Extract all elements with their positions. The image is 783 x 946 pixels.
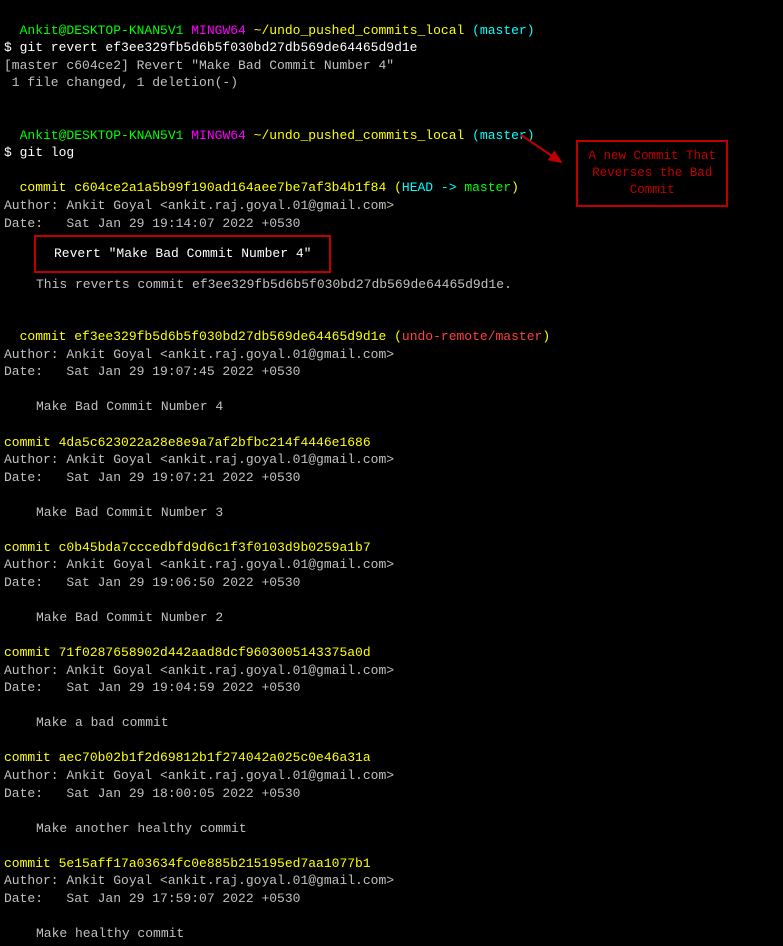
commit-message: Make another healthy commit (4, 820, 779, 838)
annotation-text-line2: Reverses the Bad (588, 165, 716, 182)
commit-date: Date: Sat Jan 29 19:07:21 2022 +0530 (4, 469, 779, 487)
prompt-shell: MINGW64 (191, 128, 246, 143)
commit-hash: commit ef3ee329fb5d6b5f030bd27db569de644… (20, 329, 387, 344)
commit-line: commit 71f0287658902d442aad8dcf960300514… (4, 644, 779, 662)
commit-message: Make Bad Commit Number 3 (4, 504, 779, 522)
commit-message: Make a bad commit (4, 714, 779, 732)
commit-date: Date: Sat Jan 29 19:07:45 2022 +0530 (4, 363, 779, 381)
commit-hash: commit c0b45bda7cccedbfd9d6c1f3f0103d9b0… (4, 540, 371, 555)
commit-message: Make Bad Commit Number 4 (4, 398, 779, 416)
commit-date: Date: Sat Jan 29 18:00:05 2022 +0530 (4, 785, 779, 803)
revert-output-2: 1 file changed, 1 deletion(-) (4, 74, 779, 92)
prompt-user: Ankit@DESKTOP-KNAN5V1 (20, 23, 184, 38)
commit-line: commit c0b45bda7cccedbfd9d6c1f3f0103d9b0… (4, 539, 779, 557)
revert-output-1: [master c604ce2] Revert "Make Bad Commit… (4, 57, 779, 75)
commit-date: Date: Sat Jan 29 19:06:50 2022 +0530 (4, 574, 779, 592)
commit-hash: commit aec70b02b1f2d69812b1f274042a025c0… (4, 750, 371, 765)
ref-branch: master (464, 180, 511, 195)
commit-author: Author: Ankit Goyal <ankit.raj.goyal.01@… (4, 556, 779, 574)
commit-author: Author: Ankit Goyal <ankit.raj.goyal.01@… (4, 346, 779, 364)
commit-message: Make Bad Commit Number 2 (4, 609, 779, 627)
commit-line: commit ef3ee329fb5d6b5f030bd27db569de644… (4, 311, 779, 346)
commit-hash: commit 4da5c623022a28e8e9a7af2bfbc214f44… (4, 435, 371, 450)
commit-date: Date: Sat Jan 29 19:04:59 2022 +0530 (4, 679, 779, 697)
command-revert: $ git revert ef3ee329fb5d6b5f030bd27db56… (4, 39, 779, 57)
ref-remote: undo-remote/master (402, 329, 542, 344)
commit-date: Date: Sat Jan 29 17:59:07 2022 +0530 (4, 890, 779, 908)
prompt-shell: MINGW64 (191, 23, 246, 38)
prompt-user: Ankit@DESKTOP-KNAN5V1 (20, 128, 184, 143)
annotation-text-line1: A new Commit That (588, 148, 716, 165)
prompt-path: ~/undo_pushed_commits_local (254, 23, 465, 38)
commit-author: Author: Ankit Goyal <ankit.raj.goyal.01@… (4, 451, 779, 469)
prompt-path: ~/undo_pushed_commits_local (254, 128, 465, 143)
commit-line: commit aec70b02b1f2d69812b1f274042a025c0… (4, 749, 779, 767)
commit-hash: commit 71f0287658902d442aad8dcf960300514… (4, 645, 371, 660)
commit-author: Author: Ankit Goyal <ankit.raj.goyal.01@… (4, 662, 779, 680)
annotation-text-line3: Commit (588, 182, 716, 199)
commit-author: Author: Ankit Goyal <ankit.raj.goyal.01@… (4, 767, 779, 785)
prompt-line-1: Ankit@DESKTOP-KNAN5V1 MINGW64 ~/undo_pus… (4, 4, 779, 39)
prompt-branch: (master) (472, 128, 534, 143)
ref-head: HEAD -> (402, 180, 464, 195)
annotation-callout: A new Commit That Reverses the Bad Commi… (576, 140, 728, 207)
prompt-branch: (master) (472, 23, 534, 38)
commit-message: Make healthy commit (4, 925, 779, 943)
highlighted-revert-message: Revert "Make Bad Commit Number 4" (34, 235, 331, 273)
commit-message-body: This reverts commit ef3ee329fb5d6b5f030b… (4, 276, 779, 294)
commit-hash: commit c604ce2a1a5b99f190ad164aee7be7af3… (20, 180, 387, 195)
commit-hash: commit 5e15aff17a03634fc0e885b215195ed7a… (4, 856, 371, 871)
commit-line: commit 5e15aff17a03634fc0e885b215195ed7a… (4, 855, 779, 873)
commit-date: Date: Sat Jan 29 19:14:07 2022 +0530 (4, 215, 779, 233)
commit-line: commit 4da5c623022a28e8e9a7af2bfbc214f44… (4, 434, 779, 452)
commit-author: Author: Ankit Goyal <ankit.raj.goyal.01@… (4, 872, 779, 890)
